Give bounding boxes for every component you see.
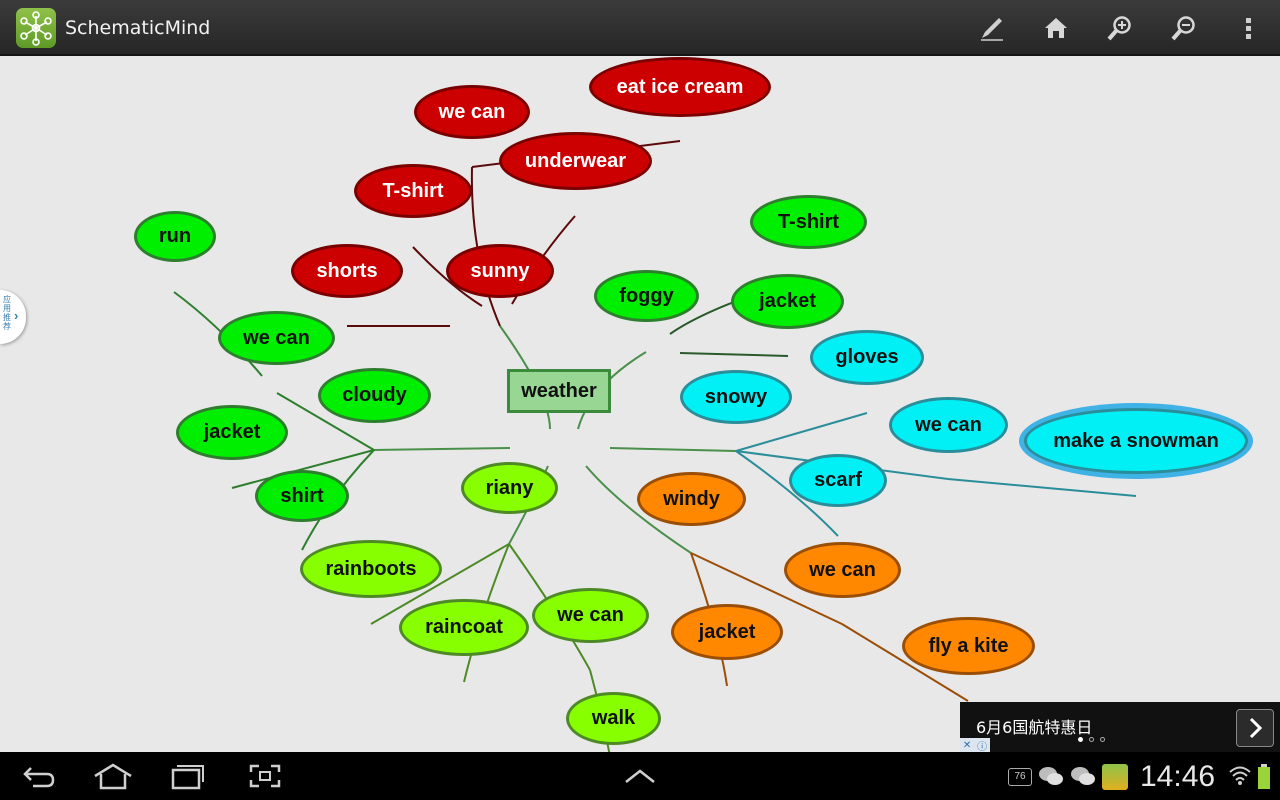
info-icon[interactable]: ⓘ [977, 738, 987, 753]
node-windy-we-can[interactable]: we can [784, 542, 901, 598]
app-logo-icon[interactable] [16, 8, 56, 48]
action-bar: SchematicMind [0, 0, 1280, 56]
node-riany-we-can[interactable]: we can [532, 588, 649, 643]
node-shorts[interactable]: shorts [291, 244, 403, 298]
link [609, 447, 737, 452]
node-weather-root[interactable]: weather [507, 369, 611, 413]
node-scarf[interactable]: scarf [789, 454, 887, 507]
link [679, 352, 789, 357]
up-arrow-icon[interactable] [615, 760, 665, 792]
notification-badge: 76 [1008, 768, 1032, 786]
node-run[interactable]: run [134, 211, 216, 262]
node-foggy-t-shirt[interactable]: T-shirt [750, 195, 867, 249]
node-fly-a-kite[interactable]: fly a kite [902, 617, 1035, 675]
node-make-a-snowman[interactable]: make a snowman [1024, 408, 1248, 474]
node-cloudy-jacket[interactable]: jacket [176, 405, 288, 460]
zoom-out-icon[interactable] [1162, 8, 1206, 48]
app-recommend-label: 应用推荐 [3, 295, 11, 331]
node-gloves[interactable]: gloves [810, 330, 924, 385]
wechat-icon [1070, 765, 1096, 792]
node-sunny-t-shirt[interactable]: T-shirt [354, 164, 472, 218]
recent-apps-icon[interactable] [162, 760, 212, 792]
home-icon[interactable] [1034, 8, 1078, 48]
node-walk[interactable]: walk [566, 692, 661, 745]
ad-next-button[interactable] [1236, 709, 1274, 747]
node-eat-ice-cream[interactable]: eat ice cream [589, 57, 771, 117]
ad-page-indicator [1078, 737, 1105, 742]
node-snowy[interactable]: snowy [680, 370, 792, 424]
zoom-in-icon[interactable] [1098, 8, 1142, 48]
node-foggy-jacket[interactable]: jacket [731, 274, 844, 329]
node-windy[interactable]: windy [637, 472, 746, 526]
pencil-icon[interactable] [970, 8, 1014, 48]
wechat-icon [1038, 765, 1064, 792]
node-rainboots[interactable]: rainboots [300, 540, 442, 598]
node-sunny-we-can[interactable]: we can [414, 85, 530, 139]
system-nav-bar: 76 14:46 [0, 752, 1280, 800]
screenshot-icon[interactable] [240, 760, 290, 792]
node-sunny[interactable]: sunny [446, 244, 554, 298]
node-shirt[interactable]: shirt [255, 470, 349, 522]
node-cloudy[interactable]: cloudy [318, 368, 431, 423]
node-raincoat[interactable]: raincoat [399, 599, 529, 656]
home-nav-icon[interactable] [88, 760, 138, 792]
status-clock: 14:46 [1140, 760, 1216, 793]
close-icon[interactable]: ✕ [963, 740, 971, 751]
back-icon[interactable] [14, 760, 64, 792]
link [373, 447, 511, 451]
link [947, 478, 1137, 497]
ad-banner[interactable]: 6月6国航特惠日 ✕ ⓘ [960, 702, 1280, 753]
ad-dot [1089, 737, 1094, 742]
node-windy-jacket[interactable]: jacket [671, 604, 783, 660]
chevron-right-icon: › [14, 308, 19, 323]
app-title: SchematicMind [65, 17, 211, 39]
node-riany[interactable]: riany [461, 462, 558, 514]
ad-dot [1100, 737, 1105, 742]
mindmap-canvas[interactable]: we can eat ice cream underwear T-shirt s… [0, 56, 1280, 752]
ad-close-button[interactable]: ✕ ⓘ [960, 738, 990, 753]
node-snowy-we-can[interactable]: we can [889, 397, 1008, 453]
node-underwear[interactable]: underwear [499, 132, 652, 190]
overflow-menu-icon[interactable] [1226, 8, 1270, 48]
wifi-icon [1228, 764, 1252, 791]
ad-dot [1078, 737, 1083, 742]
app-notification-icon [1102, 764, 1128, 790]
ad-text: 6月6国航特惠日 [976, 718, 1093, 737]
node-cloudy-we-can[interactable]: we can [218, 311, 335, 365]
battery-icon [1257, 764, 1271, 795]
node-foggy[interactable]: foggy [594, 270, 699, 322]
